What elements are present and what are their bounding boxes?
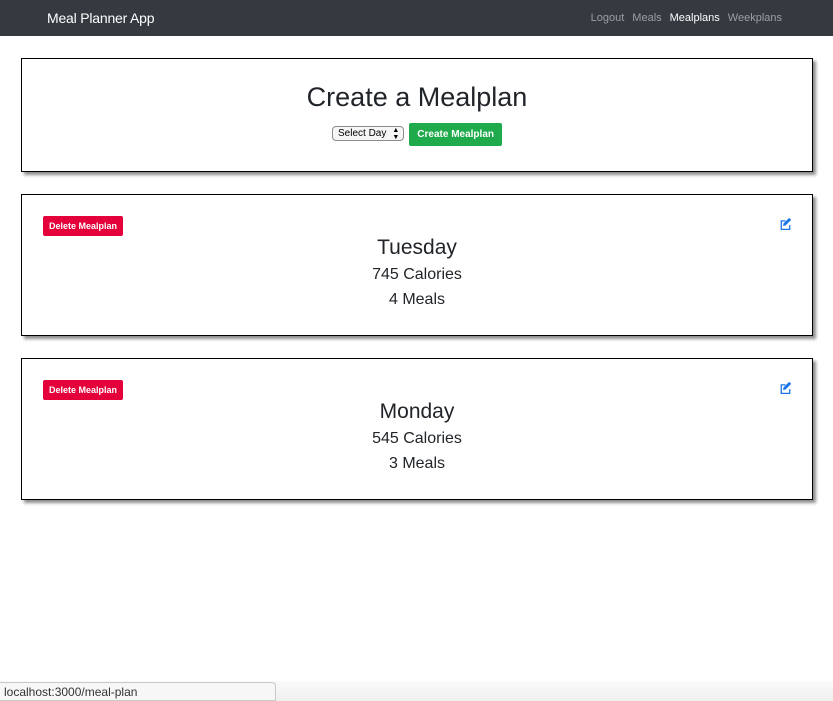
create-controls: Select Day ▲ ▼ Create Mealplan (22, 123, 812, 146)
edit-icon[interactable] (779, 381, 792, 394)
mealplan-card: Delete Mealplan Tuesday 745 Calories 4 M… (21, 194, 813, 336)
create-mealplan-button[interactable]: Create Mealplan (409, 123, 502, 146)
select-arrows-icon: ▲ ▼ (392, 126, 400, 141)
mealplan-meal-count: 3 Meals (388, 455, 446, 472)
edit-icon[interactable] (779, 217, 792, 230)
mealplan-day: Tuesday (377, 236, 457, 259)
nav-link-logout[interactable]: Logout (591, 12, 625, 24)
delete-mealplan-button[interactable]: Delete Mealplan (43, 380, 124, 400)
day-select-value: Select Day (338, 128, 387, 139)
app-brand[interactable]: Meal Planner App (47, 10, 155, 26)
mealplan-calories: 745 Calories (372, 266, 462, 283)
mealplan-day: Monday (379, 400, 455, 423)
mealplan-calories: 545 Calories (372, 430, 462, 447)
nav-links: Logout Meals Mealplans Weekplans (591, 12, 782, 24)
mealplan-card: Delete Mealplan Monday 545 Calories 3 Me… (21, 358, 813, 500)
delete-mealplan-button[interactable]: Delete Mealplan (43, 216, 124, 236)
page-title: Create a Mealplan (306, 82, 528, 112)
day-select[interactable]: Select Day ▲ ▼ (332, 126, 405, 141)
create-mealplan-card: Create a Mealplan Select Day ▲ ▼ Create M… (21, 58, 813, 172)
status-url: localhost:3000/meal-plan (0, 682, 276, 701)
nav-link-mealplans[interactable]: Mealplans (670, 12, 720, 24)
top-navbar: Meal Planner App Logout Meals Mealplans … (0, 0, 833, 36)
nav-link-weekplans[interactable]: Weekplans (728, 12, 782, 24)
nav-link-meals[interactable]: Meals (632, 12, 661, 24)
mealplan-meal-count: 4 Meals (388, 291, 446, 308)
